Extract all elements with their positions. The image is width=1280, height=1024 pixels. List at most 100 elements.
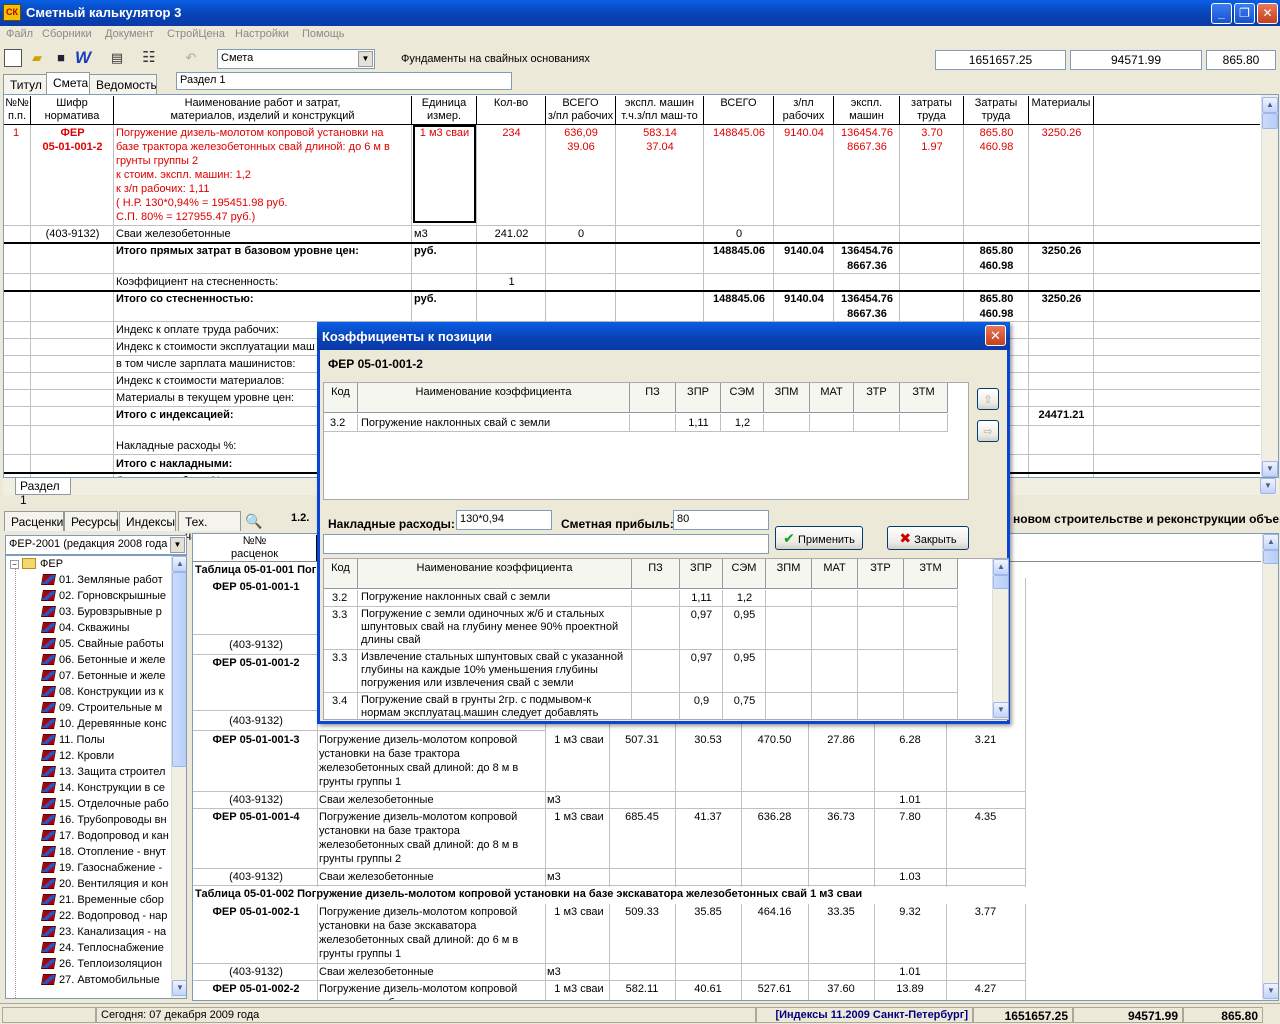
grid-line bbox=[357, 607, 358, 650]
tree-item[interactable]: 12. Кровли bbox=[41, 748, 114, 764]
dialog-close-icon[interactable]: ✕ bbox=[985, 325, 1006, 346]
status-total-cost: 1651657.25 bbox=[973, 1007, 1073, 1023]
tree-item[interactable]: 27. Автомобильные bbox=[41, 972, 160, 988]
tab-vedomost[interactable]: Ведомость bbox=[89, 74, 157, 94]
tab-indexes[interactable]: Индексы bbox=[119, 511, 176, 531]
scroll-up-icon[interactable]: ▲ bbox=[172, 556, 186, 572]
row-divider bbox=[193, 885, 1025, 886]
tab-resources[interactable]: Ресурсы bbox=[64, 511, 118, 531]
tree-item[interactable]: 13. Защита строител bbox=[41, 764, 165, 780]
tree-item[interactable]: 21. Временные сбор bbox=[41, 892, 164, 908]
tree-item[interactable]: 26. Теплоизоляцион bbox=[41, 956, 162, 972]
coef-list-scrollbar[interactable]: ▲ ▼ bbox=[992, 559, 1008, 719]
tree-item[interactable]: 02. Горновскрышные bbox=[41, 588, 166, 604]
grid-cell: 3250.26 bbox=[1041, 293, 1082, 305]
tree-item-label: 27. Автомобильные bbox=[59, 974, 160, 986]
collection-select[interactable]: ФЕР-2001 (редакция 2008 года ▼ bbox=[5, 535, 187, 555]
tree-item[interactable]: 16. Трубопроводы вн bbox=[41, 812, 167, 828]
apply-button[interactable]: ✔ Применить bbox=[775, 526, 863, 550]
scroll-thumb[interactable] bbox=[172, 572, 186, 767]
tree-item[interactable]: 07. Бетонные и желе bbox=[41, 668, 165, 684]
tree-item-label: 11. Полы bbox=[59, 734, 105, 746]
overhead-input[interactable]: 130*0,94 bbox=[456, 510, 552, 530]
menu-settings[interactable]: Настройки bbox=[235, 28, 289, 40]
grid-cell: 0 bbox=[577, 228, 585, 240]
smeta-select-value: Смета bbox=[221, 52, 254, 64]
tree-item[interactable]: 09. Строительные м bbox=[41, 700, 162, 716]
section-name-field[interactable]: Раздел 1 bbox=[176, 72, 512, 90]
dialog-title-bar[interactable]: Коэффициенты к позиции ✕ bbox=[317, 322, 1010, 350]
tree-item[interactable]: 14. Конструкции в се bbox=[41, 780, 165, 796]
table-settings-icon[interactable]: ☷ bbox=[140, 49, 158, 67]
scroll-thumb[interactable] bbox=[1262, 113, 1278, 129]
profit-input[interactable]: 80 bbox=[673, 510, 769, 530]
close-button[interactable]: ✕ bbox=[1257, 3, 1278, 24]
tree-item[interactable]: 03. Буровзрывные р bbox=[41, 604, 162, 620]
scroll-up-icon[interactable]: ▲ bbox=[1263, 534, 1278, 550]
row-divider bbox=[324, 692, 958, 693]
tree-item[interactable]: 10. Деревянные конс bbox=[41, 716, 167, 732]
rate-name: установки на базе экскаватора bbox=[319, 920, 477, 932]
tree-item[interactable]: 15. Отделочные рабо bbox=[41, 796, 169, 812]
tree-item[interactable]: 19. Газоснабжение - bbox=[41, 860, 162, 876]
tree-item[interactable]: 20. Вентиляция и кон bbox=[41, 876, 168, 892]
title-bar[interactable]: СК Сметный калькулятор 3 _ ❐ ✕ bbox=[0, 0, 1280, 26]
menu-document[interactable]: Документ bbox=[105, 28, 154, 40]
grid-line bbox=[679, 650, 680, 693]
move-right-icon[interactable]: ⇨ bbox=[977, 420, 999, 442]
tree-item[interactable]: 23. Канализация - на bbox=[41, 924, 166, 940]
tab-titul[interactable]: Титул bbox=[3, 74, 47, 94]
scroll-down-icon[interactable]: ▼ bbox=[993, 702, 1008, 718]
tree-item-root[interactable]: − ФЕР bbox=[10, 556, 63, 572]
word-export-icon[interactable]: W bbox=[74, 49, 92, 67]
undo-icon[interactable]: ↶ bbox=[182, 49, 200, 67]
tab-tech-part[interactable]: Тех. часть bbox=[178, 511, 241, 543]
menu-help[interactable]: Помощь bbox=[302, 28, 345, 40]
tree-item[interactable]: 06. Бетонные и желе bbox=[41, 652, 165, 668]
chevron-down-icon[interactable]: ▼ bbox=[358, 51, 373, 67]
grid-line bbox=[631, 590, 632, 607]
scroll-up-icon[interactable]: ▲ bbox=[993, 559, 1008, 575]
save-icon[interactable]: ■ bbox=[52, 49, 70, 67]
menu-collections[interactable]: Сборники bbox=[42, 28, 92, 40]
tree-item[interactable]: 08. Конструкции из к bbox=[41, 684, 164, 700]
scroll-down-icon[interactable]: ▼ bbox=[1262, 461, 1278, 477]
tab-rates[interactable]: Расценки bbox=[4, 511, 64, 531]
menu-file[interactable]: Файл bbox=[6, 28, 33, 40]
tree-item[interactable]: 24. Теплоснабжение bbox=[41, 940, 164, 956]
profit-label: Сметная прибыль: bbox=[561, 517, 674, 531]
tree-item[interactable]: 11. Полы bbox=[41, 732, 105, 748]
scroll-down-icon[interactable]: ▼ bbox=[1263, 983, 1278, 999]
chevron-down-icon[interactable]: ▼ bbox=[170, 537, 185, 553]
tree-item[interactable]: 22. Водопровод - нар bbox=[41, 908, 167, 924]
tree-item[interactable]: 04. Скважины bbox=[41, 620, 129, 636]
scroll-down-icon[interactable]: ▼ bbox=[172, 980, 186, 996]
tab-smeta[interactable]: Смета bbox=[46, 72, 90, 94]
rate-value: 36.73 bbox=[827, 811, 855, 823]
smeta-select[interactable]: Смета ▼ bbox=[217, 49, 375, 69]
scroll-up-icon[interactable]: ▲ bbox=[1262, 97, 1278, 113]
coefficient-filter-input[interactable] bbox=[323, 534, 769, 554]
maximize-button[interactable]: ❐ bbox=[1234, 3, 1255, 24]
new-file-icon[interactable] bbox=[4, 49, 22, 67]
minimize-button[interactable]: _ bbox=[1211, 3, 1232, 24]
tree-item[interactable]: 17. Водопровод и кан bbox=[41, 828, 169, 844]
print-icon[interactable]: ▤ bbox=[108, 49, 126, 67]
book-icon bbox=[41, 766, 56, 777]
menu-stroycena[interactable]: СтройЦена bbox=[167, 28, 225, 40]
estimate-scrollbar[interactable]: ▲ ▼ bbox=[1261, 95, 1278, 477]
tree-item[interactable]: 05. Свайные работы bbox=[41, 636, 164, 652]
tab-section-1[interactable]: Раздел 1 bbox=[15, 478, 71, 507]
move-up-icon[interactable]: ⇧ bbox=[977, 388, 999, 410]
tree-item[interactable]: 01. Земляные работ bbox=[41, 572, 163, 588]
scroll-thumb[interactable] bbox=[993, 575, 1008, 589]
close-dialog-button[interactable]: ✖ Закрыть bbox=[887, 526, 969, 550]
coef-zpr: 0,97 bbox=[690, 652, 713, 664]
tree-scrollbar[interactable]: ▲ ▼ bbox=[171, 556, 186, 998]
scroll-thumb[interactable] bbox=[1263, 550, 1278, 564]
rates-scrollbar[interactable]: ▲ ▼ bbox=[1262, 534, 1278, 1000]
scroll-down-icon[interactable]: ▼ bbox=[1260, 478, 1276, 494]
open-folder-icon[interactable]: ▰ bbox=[28, 49, 46, 67]
binoculars-icon[interactable]: 🔍 bbox=[245, 513, 262, 530]
tree-item[interactable]: 18. Отопление - внут bbox=[41, 844, 166, 860]
